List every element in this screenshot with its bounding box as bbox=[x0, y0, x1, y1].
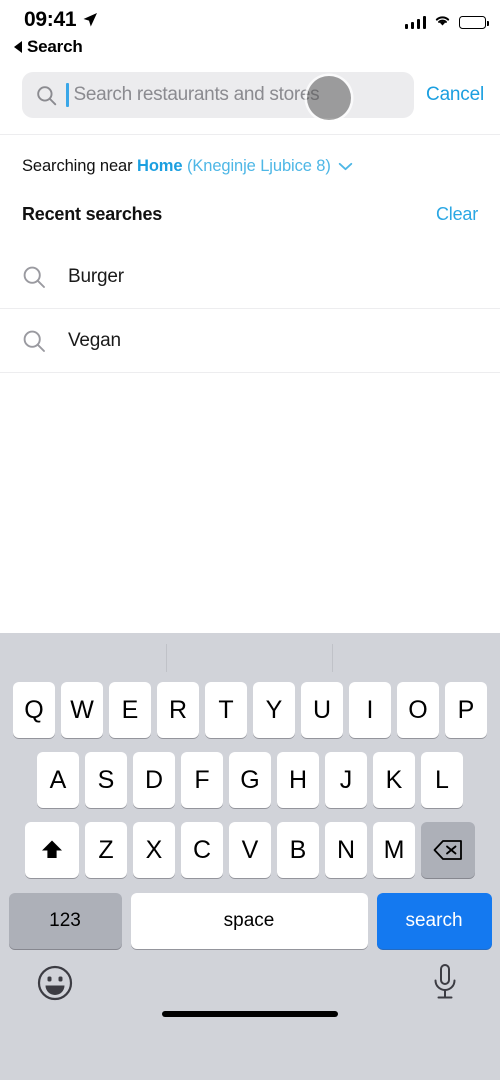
recent-searches-title: Recent searches bbox=[22, 204, 163, 225]
list-item[interactable]: Vegan bbox=[0, 309, 500, 374]
backspace-key[interactable] bbox=[421, 822, 475, 878]
microphone-icon[interactable] bbox=[430, 963, 462, 1003]
key-i[interactable]: I bbox=[349, 682, 391, 738]
status-bar-right bbox=[404, 8, 489, 32]
app-screen: 09:41 Search Search restaurants and stor… bbox=[0, 0, 500, 1080]
numbers-key[interactable]: 123 bbox=[8, 893, 122, 949]
location-place: Home bbox=[137, 157, 183, 175]
predictive-text-bar[interactable] bbox=[0, 633, 500, 681]
cellular-signal-icon bbox=[404, 16, 426, 29]
status-bar-left: 09:41 bbox=[24, 8, 98, 32]
battery-full-icon bbox=[459, 16, 489, 29]
wifi-icon bbox=[433, 13, 452, 32]
shift-key[interactable] bbox=[25, 822, 79, 878]
status-time: 09:41 bbox=[24, 8, 77, 31]
predictive-divider bbox=[332, 644, 333, 672]
predictive-divider bbox=[166, 644, 167, 672]
search-key[interactable]: search bbox=[376, 893, 492, 949]
recent-searches-header: Recent searches Clear bbox=[0, 196, 500, 245]
search-bar: Search restaurants and stores Cancel bbox=[0, 58, 500, 134]
clear-button[interactable]: Clear bbox=[436, 204, 478, 225]
location-selector[interactable]: Searching near Home (Kneginje Ljubice 8) bbox=[0, 135, 500, 196]
keyboard-bottom-row bbox=[0, 950, 500, 1028]
location-address: (Kneginje Ljubice 8) bbox=[186, 157, 331, 175]
key-g[interactable]: G bbox=[229, 752, 271, 808]
key-q[interactable]: Q bbox=[13, 682, 55, 738]
key-p[interactable]: P bbox=[445, 682, 487, 738]
key-h[interactable]: H bbox=[277, 752, 319, 808]
key-u[interactable]: U bbox=[301, 682, 343, 738]
key-k[interactable]: K bbox=[373, 752, 415, 808]
key-s[interactable]: S bbox=[85, 752, 127, 808]
key-a[interactable]: A bbox=[37, 752, 79, 808]
search-icon bbox=[22, 329, 46, 353]
key-r[interactable]: R bbox=[157, 682, 199, 738]
recent-searches-list: Burger Vegan bbox=[0, 245, 500, 374]
keyboard-row-3: Z X C V B N M bbox=[0, 821, 500, 879]
search-icon bbox=[22, 265, 46, 289]
location-prefix: Searching near bbox=[22, 157, 137, 175]
key-l[interactable]: L bbox=[421, 752, 463, 808]
keyboard-row-4: 123 space search bbox=[0, 892, 500, 950]
key-t[interactable]: T bbox=[205, 682, 247, 738]
space-key[interactable]: space bbox=[130, 893, 368, 949]
location-text: Searching near Home (Kneginje Ljubice 8) bbox=[22, 157, 353, 176]
location-arrow-icon bbox=[82, 12, 98, 28]
search-icon bbox=[36, 85, 57, 106]
key-c[interactable]: C bbox=[181, 822, 223, 878]
key-f[interactable]: F bbox=[181, 752, 223, 808]
key-y[interactable]: Y bbox=[253, 682, 295, 738]
key-e[interactable]: E bbox=[109, 682, 151, 738]
key-b[interactable]: B bbox=[277, 822, 319, 878]
text-cursor bbox=[66, 83, 69, 107]
key-m[interactable]: M bbox=[373, 822, 415, 878]
key-v[interactable]: V bbox=[229, 822, 271, 878]
shift-arrow-icon bbox=[42, 840, 62, 858]
search-placeholder: Search restaurants and stores bbox=[73, 84, 320, 105]
status-bar: 09:41 bbox=[0, 0, 500, 42]
search-input[interactable]: Search restaurants and stores bbox=[22, 72, 415, 118]
home-indicator bbox=[162, 1011, 338, 1017]
key-w[interactable]: W bbox=[61, 682, 103, 738]
key-z[interactable]: Z bbox=[85, 822, 127, 878]
keyboard-row-2: A S D F G H J K L bbox=[0, 751, 500, 809]
back-triangle-icon bbox=[14, 41, 22, 53]
keyboard-row-1: Q W E R T Y U I O P bbox=[0, 681, 500, 739]
key-x[interactable]: X bbox=[133, 822, 175, 878]
on-screen-keyboard: Q W E R T Y U I O P A S D F G H J K L Z … bbox=[0, 633, 500, 1080]
emoji-smiley-icon[interactable] bbox=[36, 964, 74, 1002]
list-item-label: Vegan bbox=[68, 329, 121, 351]
chevron-down-icon bbox=[338, 157, 353, 176]
list-item[interactable]: Burger bbox=[0, 245, 500, 310]
key-n[interactable]: N bbox=[325, 822, 367, 878]
backspace-icon bbox=[433, 840, 462, 860]
cancel-button[interactable]: Cancel bbox=[426, 84, 484, 106]
key-d[interactable]: D bbox=[133, 752, 175, 808]
list-item-label: Burger bbox=[68, 265, 124, 287]
key-o[interactable]: O bbox=[397, 682, 439, 738]
key-j[interactable]: J bbox=[325, 752, 367, 808]
